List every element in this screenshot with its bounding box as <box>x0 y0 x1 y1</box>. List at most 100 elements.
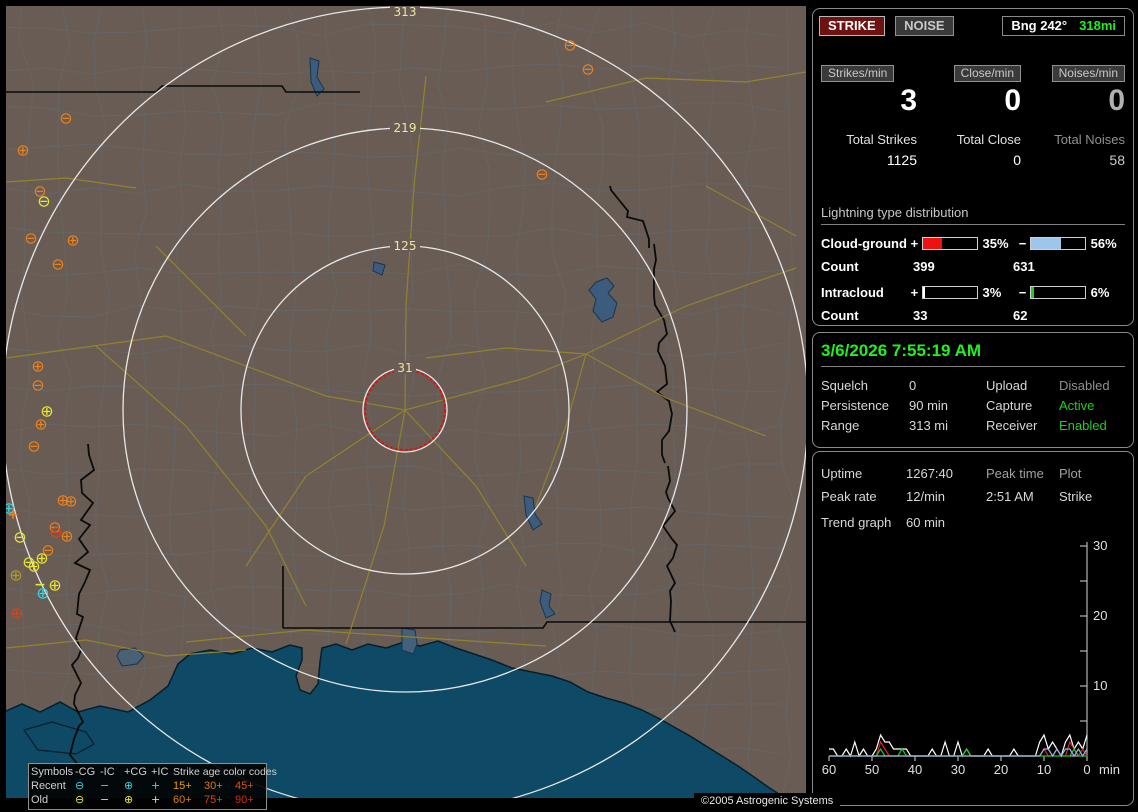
svg-text:⊕: ⊕ <box>10 604 23 623</box>
cg-positive-bar <box>922 237 977 250</box>
pos-cg-icon: ⊕ <box>124 793 151 807</box>
cg-positive-percent: 35% <box>980 236 1017 251</box>
rate-counters: Strikes/min 3 Total Strikes 1125 Close/m… <box>813 65 1133 168</box>
age-code: 45+ <box>235 779 262 793</box>
strikes-per-min-value: 3 <box>821 84 917 118</box>
count-label: Count <box>821 308 913 323</box>
svg-text:10: 10 <box>1037 762 1051 777</box>
ic-positive-percent: 3% <box>980 285 1017 300</box>
squelch-label: Squelch <box>821 376 909 396</box>
cg-negative-count: 631 <box>1013 259 1093 274</box>
svg-text:⊕: ⊕ <box>66 231 79 250</box>
upload-status: Disabled <box>1059 376 1125 396</box>
count-label: Count <box>821 259 913 274</box>
strikes-per-min-column: Strikes/min 3 Total Strikes 1125 <box>821 65 917 168</box>
svg-text:⊖: ⊖ <box>581 60 594 79</box>
svg-text:20: 20 <box>994 762 1008 777</box>
strike-mode-button[interactable]: STRIKE <box>819 16 885 36</box>
status-panel: 3/6/2026 7:55:19 AM Squelch 0 Upload Dis… <box>812 332 1134 448</box>
total-strikes-value: 1125 <box>821 152 917 168</box>
plot-value: Strike <box>1059 485 1125 508</box>
svg-text:⊕: ⊕ <box>34 415 47 434</box>
plus-sign: + <box>909 236 920 251</box>
svg-text:⊕: ⊕ <box>36 584 49 603</box>
symbol-legend: Symbols -CG -IC +CG +IC Strike age color… <box>28 763 267 810</box>
trend-graph-row: Trend graph 60 min <box>821 515 1125 530</box>
persistence-label: Persistence <box>821 396 909 416</box>
pos-ic-icon: + <box>151 793 173 807</box>
svg-text:⊖: ⊖ <box>535 165 548 184</box>
legend-header-symbols: Symbols <box>31 765 75 779</box>
total-strikes-label: Total Strikes <box>821 132 917 147</box>
copyright-credit: ©2005 Astrogenic Systems <box>694 793 840 810</box>
svg-text:313: 313 <box>394 6 417 19</box>
legend-header-neg-ic: -IC <box>100 765 124 779</box>
plot-header: Plot <box>1059 462 1125 485</box>
svg-text:219: 219 <box>394 121 417 135</box>
trend-graph-label: Trend graph <box>821 515 906 530</box>
svg-text:50: 50 <box>865 762 879 777</box>
intracloud-count-row: Count 33 62 <box>821 308 1125 323</box>
session-stats: Uptime 1267:40 Peak time Plot Peak rate … <box>821 462 1125 508</box>
uptime-value: 1267:40 <box>906 462 986 485</box>
total-close-value: 0 <box>925 152 1021 168</box>
close-per-min-header: Close/min <box>954 65 1021 82</box>
svg-text:⊖: ⊖ <box>27 437 40 456</box>
svg-text:⊖: ⊖ <box>37 192 50 211</box>
range-value: 313 mi <box>909 416 986 436</box>
noises-per-min-column: Noises/min 0 Total Noises 58 <box>1029 65 1125 168</box>
svg-text:31: 31 <box>397 361 412 375</box>
svg-text:⊖: ⊖ <box>13 528 26 547</box>
svg-text:125: 125 <box>394 239 417 253</box>
cloud-ground-row: Cloud-ground + 35% − 56% <box>821 236 1125 251</box>
trend-window-value: 60 min <box>906 515 945 530</box>
cg-positive-count: 399 <box>913 259 1013 274</box>
neg-ic-icon: − <box>100 779 124 793</box>
svg-text:0: 0 <box>1083 762 1090 777</box>
svg-text:⊕: ⊕ <box>9 566 22 585</box>
cg-negative-bar <box>1030 237 1085 250</box>
legend-row-label: Recent <box>31 779 75 793</box>
pos-cg-icon: ⊕ <box>124 779 151 793</box>
intracloud-row: Intracloud + 3% − 6% <box>821 285 1125 300</box>
uptime-label: Uptime <box>821 462 906 485</box>
total-noises-label: Total Noises <box>1029 132 1125 147</box>
age-code: 75+ <box>204 793 235 807</box>
svg-text:+: + <box>7 507 19 523</box>
svg-text:30: 30 <box>1093 538 1107 553</box>
svg-text:⊕: ⊕ <box>64 492 77 511</box>
close-per-min-column: Close/min 0 Total Close 0 <box>925 65 1021 168</box>
ic-negative-percent: 6% <box>1088 285 1125 300</box>
age-code: 30+ <box>204 779 235 793</box>
pos-ic-icon: + <box>151 779 173 793</box>
svg-text:30: 30 <box>951 762 965 777</box>
svg-text:⊖: ⊖ <box>563 36 576 55</box>
total-close-label: Total Close <box>925 132 1021 147</box>
svg-text:40: 40 <box>908 762 922 777</box>
peak-rate-value: 12/min <box>906 485 986 508</box>
legend-header-pos-ic: +IC <box>151 765 173 779</box>
current-datetime: 3/6/2026 7:55:19 AM <box>821 341 1125 367</box>
strike-stats-panel: STRIKE NOISE Bng 242°318mi Strikes/min 3… <box>812 8 1134 326</box>
age-code: 60+ <box>173 793 204 807</box>
lightning-map: 31321912531 ⊖⊕⊖⊖⊖⊕⊖⊖⊖⊖⊕⊖⊕⊕⊖⊕+⊖⊕⊕⊖⊖⊕⊖⊖⊕⊕⊕… <box>6 6 806 806</box>
ic-negative-count: 62 <box>1013 308 1093 323</box>
legend-header-neg-cg: -CG <box>75 765 100 779</box>
legend-header-pos-cg: +CG <box>124 765 151 779</box>
close-per-min-value: 0 <box>925 84 1021 118</box>
receiver-status: Enabled <box>1059 416 1125 436</box>
svg-text:60: 60 <box>822 762 836 777</box>
range-label: Range <box>821 416 909 436</box>
map-canvas: 31321912531 ⊖⊕⊖⊖⊖⊕⊖⊖⊖⊖⊕⊖⊕⊕⊖⊕+⊖⊕⊕⊖⊖⊕⊖⊖⊕⊕⊕… <box>6 6 806 806</box>
peak-time-value: 2:51 AM <box>986 485 1059 508</box>
noise-mode-button[interactable]: NOISE <box>895 16 953 36</box>
cloud-ground-label: Cloud-ground <box>821 236 909 251</box>
age-code: 90+ <box>235 793 262 807</box>
capture-label: Capture <box>986 396 1059 416</box>
age-code: 15+ <box>173 779 204 793</box>
app-window: 31321912531 ⊖⊕⊖⊖⊖⊕⊖⊖⊖⊖⊕⊖⊕⊕⊖⊕+⊖⊕⊕⊖⊖⊕⊖⊖⊕⊕⊕… <box>0 0 1138 812</box>
noises-per-min-value: 0 <box>1029 84 1125 118</box>
svg-text:⊖: ⊖ <box>24 229 37 248</box>
capture-status: Active <box>1059 396 1125 416</box>
svg-text:⊕: ⊕ <box>60 527 73 546</box>
